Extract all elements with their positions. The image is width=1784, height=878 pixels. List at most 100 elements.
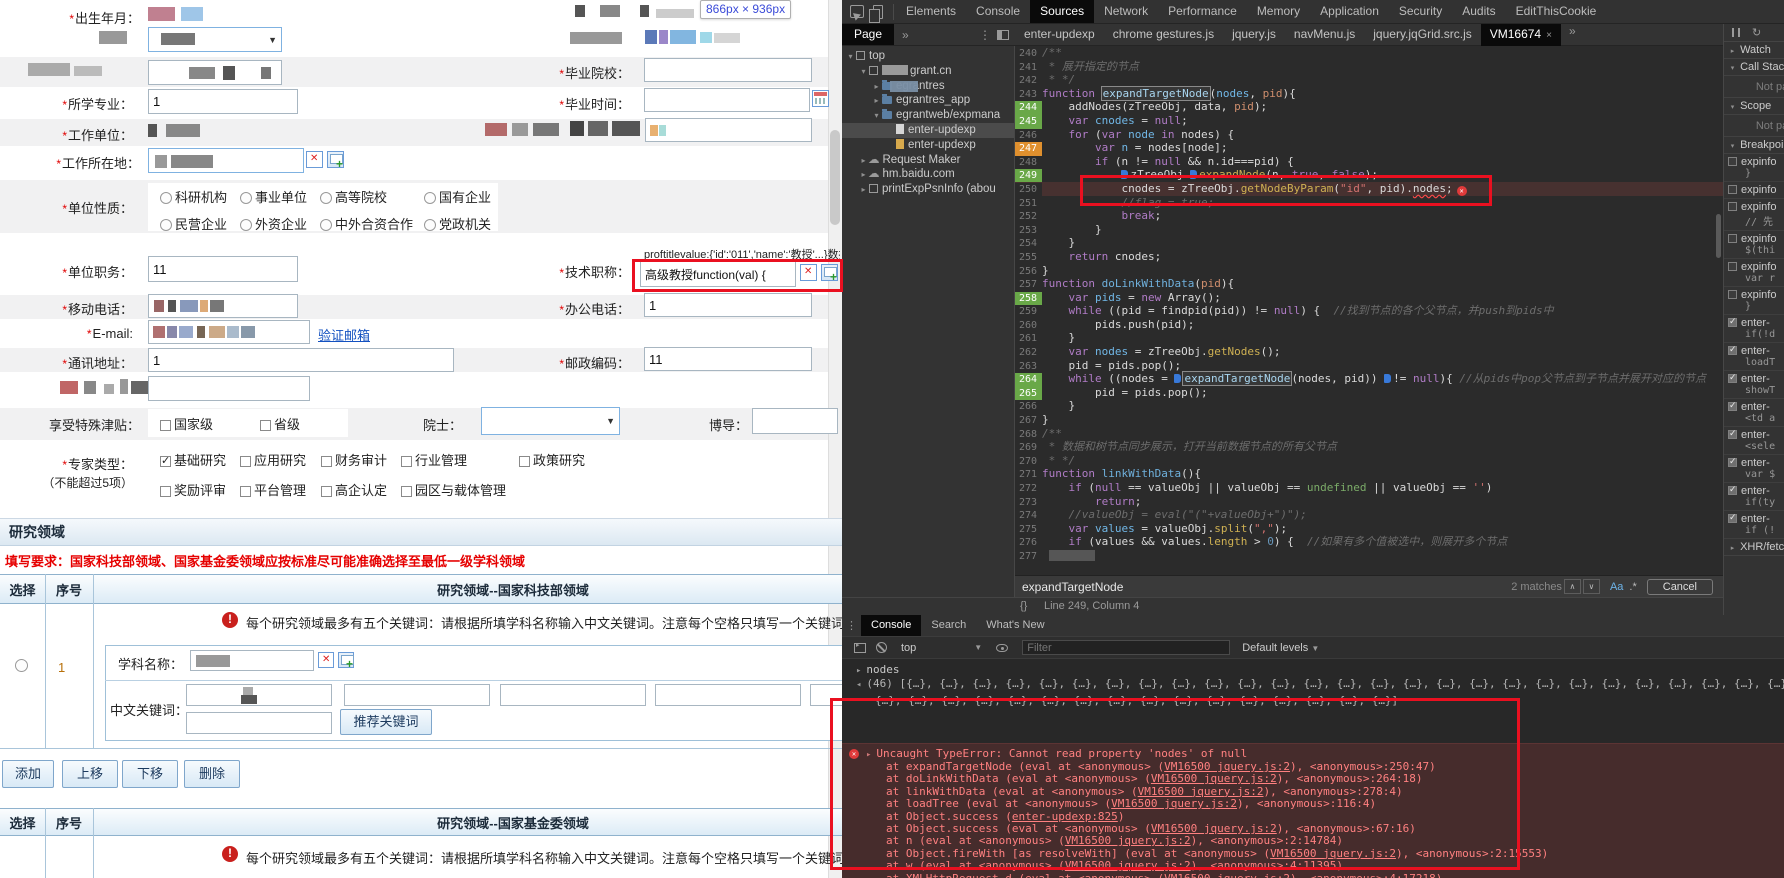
- more-tabs-icon[interactable]: »: [902, 28, 909, 42]
- row1-select-radio[interactable]: [15, 658, 31, 673]
- tab-editthiscookie[interactable]: EditThisCookie: [1506, 0, 1607, 23]
- keyword-input-1[interactable]: [186, 684, 332, 706]
- clear-selection-icon[interactable]: [318, 652, 334, 668]
- close-tab-icon[interactable]: ×: [1546, 30, 1552, 41]
- line-number[interactable]: 272: [1015, 482, 1042, 496]
- file-tab-chrome-gestures-js[interactable]: chrome gestures.js: [1104, 24, 1223, 46]
- source-link[interactable]: VM16500 jquery.js:2: [1111, 797, 1237, 810]
- match-case-button[interactable]: Aa: [1610, 581, 1623, 593]
- more-tabs-icon[interactable]: »: [1569, 24, 1576, 46]
- grad-school-input[interactable]: [644, 58, 812, 82]
- radio-unit-nature-5[interactable]: 外资企业: [240, 214, 307, 233]
- breakpoint-item[interactable]: expinfo$(thi: [1724, 231, 1784, 259]
- inspect-element-icon[interactable]: [850, 5, 864, 18]
- line-number[interactable]: 246: [1015, 129, 1042, 143]
- checkbox-expert-type-2[interactable]: 财务审计: [321, 450, 387, 469]
- regex-button[interactable]: .*: [1629, 581, 1636, 593]
- doctoral-supervisor-input[interactable]: [752, 408, 838, 434]
- breakpoint-checkbox[interactable]: [1728, 430, 1737, 439]
- call-stack-section[interactable]: ▾ Call Stack: [1724, 59, 1784, 76]
- find-input[interactable]: [1015, 580, 1315, 594]
- postcode-input[interactable]: [644, 347, 812, 371]
- clear-selection-icon[interactable]: [800, 264, 817, 281]
- line-number[interactable]: 274: [1015, 509, 1042, 523]
- tree-item-egrantres-app[interactable]: ▸egrantres_app: [842, 93, 1014, 108]
- breakpoint-checkbox[interactable]: [1728, 346, 1737, 355]
- breakpoint-item[interactable]: expinfo: [1724, 182, 1784, 199]
- source-link[interactable]: VM16500 jquery.js:2: [1164, 760, 1290, 773]
- source-link[interactable]: VM16500 jquery.js:2: [1270, 847, 1396, 860]
- refresh-icon[interactable]: ↻: [1752, 26, 1761, 39]
- mobile-input[interactable]: [148, 294, 298, 318]
- breakpoint-checkbox[interactable]: [1728, 318, 1737, 327]
- source-link[interactable]: VM16500 jquery.js:2: [1065, 834, 1191, 847]
- line-number[interactable]: 252: [1015, 210, 1042, 224]
- cancel-button[interactable]: Cancel: [1647, 579, 1713, 595]
- checkbox-expert-type-0[interactable]: 基础研究: [160, 450, 226, 469]
- breakpoint-item[interactable]: enter-<td a: [1724, 399, 1784, 427]
- breakpoint-checkbox[interactable]: [1728, 458, 1737, 467]
- console-filter-input[interactable]: [1022, 640, 1230, 655]
- inline-breakpoint-icon[interactable]: [1174, 374, 1181, 383]
- line-number[interactable]: 241: [1015, 61, 1042, 75]
- open-picker-icon[interactable]: [327, 151, 344, 168]
- navigator-menu-icon[interactable]: ⋮: [979, 28, 991, 42]
- source-link[interactable]: enter-updexp:825: [1012, 810, 1118, 823]
- breakpoint-checkbox[interactable]: [1728, 402, 1737, 411]
- checkbox-expert-type-5[interactable]: 奖励评审: [160, 480, 226, 499]
- redacted-input[interactable]: [645, 118, 812, 142]
- checkbox-allowance-national[interactable]: 国家级: [160, 414, 213, 433]
- tree-item-printexppsninfo-abou[interactable]: ▸printExpPsnInfo (abou: [842, 182, 1014, 197]
- console-tab-console[interactable]: Console: [861, 615, 921, 636]
- clear-selection-icon[interactable]: [306, 151, 323, 168]
- radio-unit-nature-2[interactable]: 高等院校: [320, 187, 387, 206]
- redacted-dropdown[interactable]: ▼: [148, 27, 282, 52]
- live-expression-icon[interactable]: [996, 644, 1008, 652]
- breakpoint-item[interactable]: expinfo}: [1724, 154, 1784, 182]
- subject-input[interactable]: [190, 650, 314, 671]
- file-tab-jquery-js[interactable]: jquery.js: [1223, 24, 1285, 46]
- verify-email-link[interactable]: 验证邮箱: [318, 325, 370, 344]
- add-button[interactable]: 添加: [2, 760, 54, 788]
- checkbox-expert-type-8[interactable]: 园区与载体管理: [401, 480, 506, 499]
- collapse-navigator-icon[interactable]: [997, 30, 1009, 40]
- radio-unit-nature-3[interactable]: 国有企业: [424, 187, 491, 206]
- line-number[interactable]: 268: [1015, 428, 1042, 442]
- academician-select[interactable]: ▼: [481, 407, 620, 435]
- line-number[interactable]: 245: [1015, 115, 1042, 129]
- keyword-input-5[interactable]: [810, 684, 842, 706]
- tree-item-egrantweb-expmana[interactable]: ▾egrantweb/expmana: [842, 108, 1014, 123]
- line-number[interactable]: 269: [1015, 441, 1042, 455]
- breakpoint-checkbox[interactable]: [1728, 262, 1737, 271]
- line-number[interactable]: 263: [1015, 360, 1042, 374]
- office-phone-input[interactable]: [644, 293, 812, 317]
- grad-time-input[interactable]: [644, 88, 810, 112]
- source-link[interactable]: VM16500 jquery.js:2: [1065, 859, 1191, 872]
- email-input[interactable]: [148, 320, 310, 344]
- tree-item-request-maker[interactable]: ▸☁Request Maker: [842, 153, 1014, 168]
- line-number[interactable]: 273: [1015, 496, 1042, 510]
- tree-item-top[interactable]: ▾top: [842, 49, 1014, 64]
- move-up-button[interactable]: 上移: [62, 760, 118, 788]
- line-number[interactable]: 271: [1015, 468, 1042, 482]
- breakpoint-item[interactable]: enter-var $: [1724, 455, 1784, 483]
- breakpoint-item[interactable]: enter-<sele: [1724, 427, 1784, 455]
- console-error[interactable]: ✕ ▸Uncaught TypeError: Cannot read prope…: [842, 743, 1784, 878]
- source-link[interactable]: VM16500 jquery.js:2: [1151, 822, 1277, 835]
- line-number[interactable]: 250: [1015, 183, 1042, 197]
- tab-security[interactable]: Security: [1389, 0, 1452, 23]
- console-tab-what-s-new[interactable]: What's New: [976, 615, 1054, 636]
- checkbox-expert-type-1[interactable]: 应用研究: [240, 450, 306, 469]
- delete-button[interactable]: 删除: [184, 760, 240, 788]
- execution-context-select[interactable]: top: [901, 642, 916, 654]
- keyword-input-4[interactable]: [655, 684, 801, 706]
- recommend-keywords-button[interactable]: 推荐关键词: [340, 709, 432, 735]
- breakpoint-item[interactable]: expinfo}: [1724, 287, 1784, 315]
- line-number[interactable]: 254: [1015, 237, 1042, 251]
- console-input-echo[interactable]: ▸nodes: [842, 659, 1784, 676]
- pretty-print-icon[interactable]: {}: [1020, 598, 1027, 615]
- line-number[interactable]: 244: [1015, 101, 1042, 115]
- pause-icon[interactable]: [1732, 28, 1740, 37]
- line-number[interactable]: 256: [1015, 265, 1042, 279]
- clear-console-icon[interactable]: [876, 642, 887, 653]
